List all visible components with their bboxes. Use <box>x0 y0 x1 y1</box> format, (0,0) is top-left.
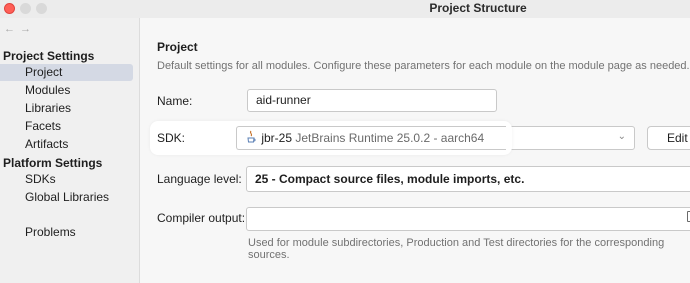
compiler-output-label: Compiler output: <box>157 211 246 225</box>
section-title: Project <box>157 40 198 54</box>
sidebar-item-global-libraries[interactable]: Global Libraries <box>0 189 133 206</box>
sidebar-item-sdks[interactable]: SDKs <box>0 171 133 188</box>
sdk-description: JetBrains Runtime 25.0.2 - aarch64 <box>295 131 485 145</box>
name-input[interactable]: aid-runner <box>247 89 497 112</box>
sidebar-item-modules[interactable]: Modules <box>0 82 133 99</box>
compiler-output-input[interactable] <box>246 207 690 231</box>
sidebar-item-problems[interactable]: Problems <box>0 224 133 241</box>
sdk-dropdown-value[interactable]: jbr-25 JetBrains Runtime 25.0.2 - aarch6… <box>236 126 506 150</box>
sidebar-item-artifacts[interactable]: Artifacts <box>0 136 133 153</box>
language-level-label: Language level: <box>157 172 242 186</box>
window-title: Project Structure <box>429 1 527 15</box>
sdk-selected: jbr-25 JetBrains Runtime 25.0.2 - aarch6… <box>246 130 484 145</box>
nav-arrows: ←→ <box>4 23 36 35</box>
compiler-output-hint: Used for module subdirectories, Producti… <box>248 237 665 261</box>
project-settings-header: Project Settings <box>3 49 95 63</box>
edit-sdk-button[interactable]: Edit <box>647 126 690 150</box>
language-level-dropdown[interactable]: 25 - Compact source files, module import… <box>246 166 690 192</box>
java-icon <box>247 130 256 143</box>
forward-arrow-icon[interactable]: → <box>20 23 36 35</box>
sdk-name: jbr-25 <box>261 131 293 145</box>
name-label: Name: <box>157 94 193 108</box>
title-bar: Project Structure <box>0 0 690 18</box>
sidebar-item-project[interactable]: Project <box>0 64 133 81</box>
sdk-highlight: SDK: jbr-25 JetBrains Runtime 25.0.2 - a… <box>150 121 512 155</box>
sidebar-item-libraries[interactable]: Libraries <box>0 100 133 117</box>
chevron-down-icon: ⌄ <box>617 131 626 142</box>
project-settings-panel: Project Default settings for all modules… <box>140 18 690 283</box>
sidebar-item-facets[interactable]: Facets <box>0 118 133 135</box>
sdk-label: SDK: <box>157 131 186 145</box>
platform-settings-header: Platform Settings <box>3 156 103 170</box>
sidebar: ←→ Project Settings Project Modules Libr… <box>0 18 140 283</box>
section-description: Default settings for all modules. Config… <box>157 60 690 72</box>
back-arrow-icon[interactable]: ← <box>4 23 20 35</box>
